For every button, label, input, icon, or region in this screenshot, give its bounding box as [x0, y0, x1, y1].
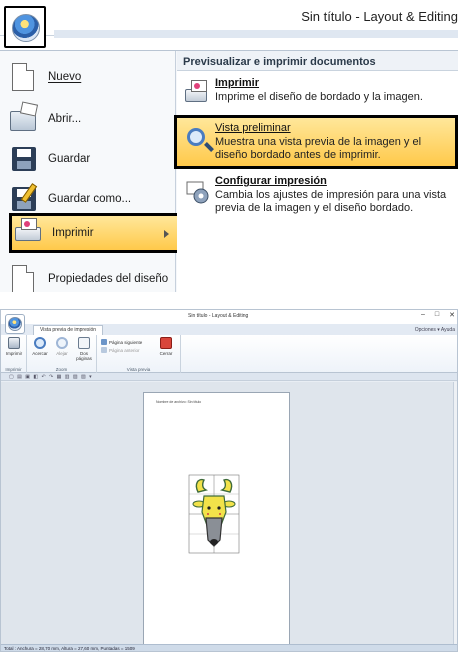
- menu-item-label: Guardar: [48, 153, 91, 165]
- two-pages-icon: [78, 337, 90, 349]
- properties-icon: [8, 263, 38, 292]
- menu-item-label: Imprimir: [52, 227, 94, 239]
- close-preview-label: Cerrar: [159, 351, 173, 356]
- print-button[interactable]: Imprimir: [3, 337, 25, 356]
- next-page-icon: [101, 339, 107, 345]
- ribbon-group-imprimir: Imprimir Imprimir: [1, 335, 27, 373]
- print-preview-screenshot: Sin título - Layout & Editing – □ ✕ Vist…: [0, 309, 458, 652]
- menu-item-nuevo[interactable]: Nuevo: [8, 57, 176, 97]
- submenu-header: Previsualizar e imprimir documentos: [177, 51, 458, 71]
- ribbon-tab-bar: Vista previa de impresión Opciones ▾ Ayu…: [1, 324, 457, 335]
- preview-workspace: Nombre de archivo: Sin título: [1, 382, 453, 646]
- submenu-item-title: Imprimir: [215, 77, 260, 89]
- app-logo-icon: [8, 317, 22, 331]
- ribbon: Imprimir Imprimir Acercar Alejar Dos pág…: [1, 335, 457, 373]
- close-preview-button[interactable]: Cerrar: [155, 337, 177, 356]
- new-document-icon: [8, 61, 38, 93]
- page-caption: Nombre de archivo: Sin título: [156, 400, 202, 404]
- ribbon-group-vista-previa: Página siguiente Página anterior Cerrar …: [97, 335, 181, 373]
- status-text: Total : Anchura = 28,70 mm, Altura = 27,…: [4, 646, 135, 651]
- zoom-in-icon: [34, 337, 46, 349]
- vertical-scrollbar[interactable]: [453, 382, 457, 644]
- zoom-out-icon: [56, 337, 68, 349]
- menu-item-abrir[interactable]: Abrir...: [8, 99, 176, 139]
- menu-item-label: Abrir...: [48, 113, 82, 125]
- submenu-item-vista-preliminar[interactable]: Vista preliminar Muestra una vista previ…: [174, 115, 458, 169]
- zoom-out-button[interactable]: Alejar: [51, 337, 73, 356]
- zoom-out-label: Alejar: [56, 351, 68, 356]
- menu-item-label: Guardar como...: [48, 193, 132, 205]
- window-title: Sin título - Layout & Editing: [301, 9, 458, 24]
- application-menu-commands: Nuevo Abrir... Guardar Guardar como... I…: [0, 51, 180, 292]
- submenu-item-title: Vista preliminar: [215, 122, 291, 134]
- submenu-item-title: Configurar impresión: [215, 175, 327, 187]
- app-menu-screenshot: Sin título - Layout & Editing Nuevo Abri…: [0, 0, 458, 292]
- print-button-label: Imprimir: [5, 351, 23, 356]
- menu-item-label: Propiedades del diseño: [48, 273, 169, 285]
- ribbon-group-label: Zoom: [55, 367, 68, 372]
- zoom-slider[interactable]: [303, 646, 453, 651]
- previous-page-button[interactable]: Página anterior: [101, 347, 140, 353]
- printer-icon: [185, 80, 209, 105]
- maximize-button[interactable]: □: [435, 311, 439, 319]
- tab-print-preview[interactable]: Vista previa de impresión: [33, 325, 104, 335]
- ribbon-tab-strip: [54, 30, 458, 38]
- application-menu: Nuevo Abrir... Guardar Guardar como... I…: [0, 50, 458, 292]
- two-pages-button[interactable]: Dos páginas: [73, 337, 95, 361]
- app-logo-icon: [12, 14, 40, 42]
- print-settings-icon: [185, 179, 209, 204]
- magnifier-icon: [187, 128, 211, 152]
- status-bar: Total : Anchura = 28,70 mm, Altura = 27,…: [1, 644, 457, 651]
- open-folder-icon: [8, 103, 38, 135]
- printer-icon: [8, 337, 20, 349]
- previous-page-icon: [101, 347, 107, 353]
- next-page-label: Página siguiente: [109, 339, 143, 345]
- menu-item-propiedades[interactable]: Propiedades del diseño: [8, 259, 176, 292]
- submenu-item-configurar-impresion[interactable]: Configurar impresión Cambia los ajustes …: [177, 171, 458, 225]
- submenu-item-description: Cambia los ajustes de impresión para una…: [215, 189, 447, 214]
- submenu-arrow-icon: [164, 230, 169, 238]
- window-controls: – □ ✕: [421, 311, 455, 319]
- printer-icon: [12, 217, 42, 249]
- options-link[interactable]: Opciones: [415, 327, 436, 333]
- submenu-item-imprimir[interactable]: Imprimir Imprime el diseño de bordado y …: [177, 73, 458, 113]
- minimize-button[interactable]: –: [421, 311, 425, 319]
- submenu-item-description: Muestra una vista previa de la imagen y …: [215, 136, 422, 161]
- menu-item-guardar[interactable]: Guardar: [8, 139, 176, 179]
- quick-access-toolbar[interactable]: ▢ ▤ ▣ ◧ ↶ ↷ ▦ ▥ ▧ ▨ ▾: [1, 373, 457, 381]
- zoom-in-label: Acercar: [32, 351, 48, 356]
- previous-page-label: Página anterior: [109, 347, 140, 353]
- application-button[interactable]: [5, 314, 25, 334]
- save-as-icon: [8, 183, 38, 215]
- two-pages-label: Dos páginas: [76, 351, 92, 361]
- ribbon-right-links: Opciones ▾ Ayuda: [414, 327, 455, 333]
- preview-page: Nombre de archivo: Sin título: [143, 392, 290, 646]
- submenu-item-description: Imprime el diseño de bordado y la imagen…: [215, 91, 423, 103]
- close-icon: [160, 337, 172, 349]
- menu-item-imprimir[interactable]: Imprimir: [9, 213, 180, 253]
- window-title-bar: Sin título - Layout & Editing – □ ✕: [1, 310, 457, 324]
- save-disk-icon: [8, 143, 38, 175]
- ribbon-group-zoom: Acercar Alejar Dos páginas Zoom: [27, 335, 97, 373]
- ribbon-group-label: Vista previa: [126, 367, 151, 372]
- menu-item-label: Nuevo: [48, 71, 82, 83]
- window-title: Sin título - Layout & Editing: [188, 313, 249, 319]
- embroidery-design: [188, 474, 240, 554]
- close-window-button[interactable]: ✕: [449, 311, 455, 319]
- print-submenu: Previsualizar e imprimir documentos Impr…: [174, 51, 458, 292]
- zoom-in-button[interactable]: Acercar: [29, 337, 51, 356]
- ribbon-group-label: Imprimir: [5, 367, 22, 372]
- next-page-button[interactable]: Página siguiente: [101, 339, 142, 345]
- help-link[interactable]: Ayuda: [441, 327, 455, 333]
- application-button[interactable]: [4, 6, 46, 48]
